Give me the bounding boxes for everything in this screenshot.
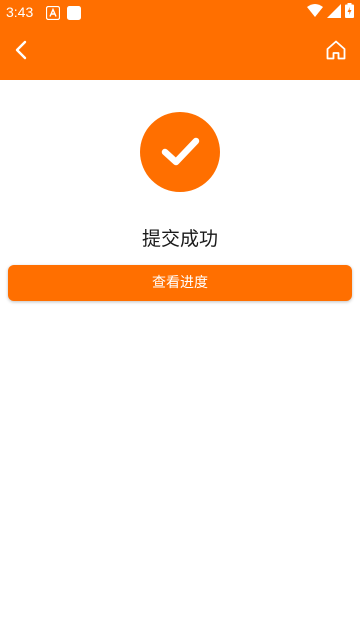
status-time: 3:43 xyxy=(6,4,34,20)
home-button[interactable] xyxy=(316,32,356,72)
view-progress-button[interactable]: 查看进度 xyxy=(8,265,352,301)
battery-icon xyxy=(345,2,354,22)
app-header: 3:43 xyxy=(0,0,360,80)
wifi-icon xyxy=(307,3,323,22)
home-icon xyxy=(325,39,347,65)
checkmark-icon xyxy=(161,137,200,166)
android-a-icon xyxy=(45,5,61,21)
check-circle-icon xyxy=(140,112,220,192)
status-bar: 3:43 xyxy=(0,0,360,24)
white-square-icon xyxy=(67,5,81,20)
signal-icon xyxy=(327,3,341,22)
status-icons xyxy=(307,2,354,22)
success-message: 提交成功 xyxy=(141,228,218,250)
success-screen: 3:43 提交成功 查看进度 xyxy=(0,0,360,640)
chevron-left-icon xyxy=(11,39,33,65)
toolbar xyxy=(0,24,360,80)
back-button[interactable] xyxy=(2,32,42,72)
